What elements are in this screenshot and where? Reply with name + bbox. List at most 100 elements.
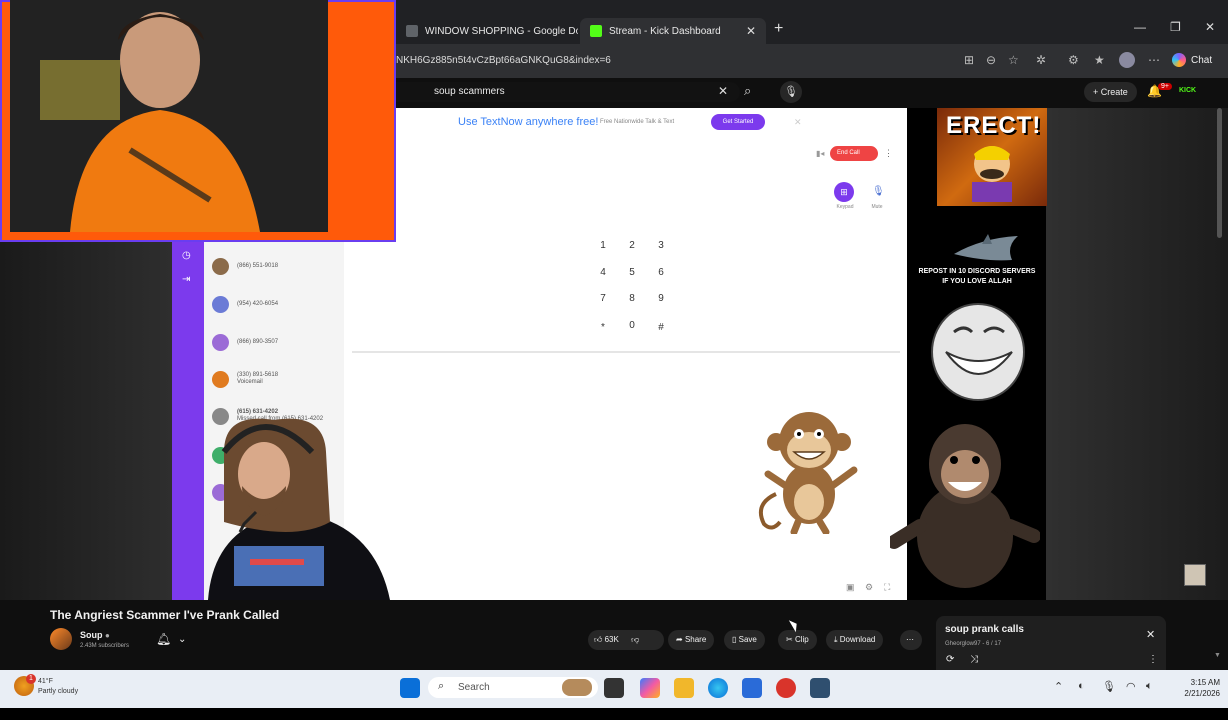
windows-start-icon[interactable] <box>400 678 420 698</box>
keypad-key: 2 <box>629 240 635 251</box>
wario-figure <box>972 146 1012 202</box>
scroll-down-arrow-icon[interactable]: ▼ <box>1214 652 1221 659</box>
copilot-icon <box>1172 53 1186 67</box>
copilot-chat-button[interactable]: Chat <box>1172 50 1212 70</box>
clip-label: Clip <box>794 635 809 644</box>
like-count: 63K <box>604 635 619 644</box>
tray-chevron-up-icon[interactable]: ⌃ <box>1054 680 1063 693</box>
contact-number: (330) 891-5618 <box>237 372 279 378</box>
clip-button[interactable]: ✂ Clip <box>778 630 817 650</box>
favorites-icon[interactable]: ★ <box>1094 53 1105 67</box>
like-dislike-group: 👍︎ 63K 👎︎ <box>588 630 664 650</box>
tab-label: Stream - Kick Dashboard <box>609 25 721 37</box>
loop-icon[interactable]: ⟳ <box>946 654 954 665</box>
microphone-icon: 🎙︎ <box>872 186 885 197</box>
share-button[interactable]: ➦ Share <box>668 630 715 650</box>
more-horizontal-icon: ⋯ <box>906 635 914 644</box>
close-playlist-icon[interactable]: ✕ <box>1146 628 1155 641</box>
tab-kick-dashboard[interactable]: Stream - Kick Dashboard ✕ <box>580 18 766 44</box>
app-icon[interactable] <box>776 678 796 698</box>
close-ad-icon: ✕ <box>794 117 802 127</box>
contact-item: (954) 420-6054 <box>212 295 278 313</box>
bookmark-icon: ▯ <box>732 635 739 644</box>
like-button[interactable]: 👍︎ 63K <box>594 635 619 644</box>
close-tab-icon[interactable]: ✕ <box>746 24 756 38</box>
terminal-icon[interactable] <box>810 678 830 698</box>
keypad-key: 9 <box>658 293 664 304</box>
youtube-search-input[interactable]: soup scammers <box>396 82 740 102</box>
keypad-key: * <box>601 322 605 333</box>
profile-avatar[interactable] <box>1119 52 1135 68</box>
keypad-key: # <box>658 322 664 333</box>
dislike-button[interactable]: 👎︎ <box>631 635 639 644</box>
video-background-right <box>1046 108 1228 600</box>
file-explorer-icon[interactable] <box>674 678 694 698</box>
taskbar-clock[interactable]: 3:15 AM 2/21/2026 <box>1168 677 1220 699</box>
more-actions-button[interactable]: ⋯ <box>900 630 922 650</box>
playlist-title[interactable]: soup prank calls <box>945 624 1024 635</box>
creator-webcam <box>208 418 390 600</box>
video-call-icon: ▮◂ <box>816 149 825 158</box>
save-button[interactable]: ▯ Save <box>724 630 765 650</box>
playlist-menu-icon[interactable]: ⋮ <box>1148 654 1158 665</box>
search-highlight-icon[interactable] <box>562 679 592 696</box>
keypad-key: 1 <box>600 240 606 251</box>
search-icon: ⌕ <box>438 680 445 692</box>
zoom-icon[interactable]: ⊖ <box>986 53 996 67</box>
minimize-icon[interactable]: — <box>1134 20 1146 34</box>
maximize-icon[interactable]: ❐ <box>1170 20 1181 34</box>
extensions-icon[interactable]: ✲ <box>1036 53 1046 67</box>
voice-search-icon[interactable]: 🎙 <box>780 81 802 103</box>
contact-number: (866) 890-3507 <box>237 339 279 345</box>
subscription-bell-icon[interactable]: 🔔︎ <box>156 632 171 646</box>
address-bar[interactable]: NKH6Gz885n5t4vCzBpt66aGNKQuG8&index=6 <box>396 52 956 70</box>
channel-watermark[interactable] <box>1184 564 1206 586</box>
logout-icon: ⇥ <box>182 274 191 285</box>
search-icon[interactable]: ⌕ <box>744 83 751 99</box>
thumbs-up-icon: 👍︎ <box>594 635 603 644</box>
tray-app-icon[interactable]: ◐ <box>1078 680 1085 692</box>
more-menu-icon[interactable]: ⋯ <box>1148 53 1160 67</box>
time: 3:15 AM <box>1190 678 1220 687</box>
channel-name[interactable]: Soup ● <box>80 630 110 640</box>
tab-window-shopping[interactable]: WINDOW SHOPPING - Google Do ✕ <box>396 18 578 44</box>
weather-alert-badge: 1 <box>26 674 36 684</box>
keypad-key: 3 <box>658 240 664 251</box>
edge-browser-icon[interactable] <box>708 678 728 698</box>
shuffle-icon[interactable]: ⤨ <box>970 654 978 665</box>
miniplayer-icon[interactable]: ▣ <box>846 582 855 593</box>
extension-icon[interactable]: ⚙ <box>1068 53 1079 67</box>
create-button[interactable]: + Create <box>1084 82 1137 102</box>
keypad-icon: ⊞ <box>834 182 854 202</box>
kick-badge[interactable]: KICK <box>1179 87 1196 94</box>
temperature: 41°F <box>38 678 53 685</box>
contact-avatar <box>212 295 229 313</box>
clear-search-icon[interactable]: ✕ <box>718 84 728 98</box>
store-icon[interactable] <box>742 678 762 698</box>
page-scrollbar[interactable] <box>1217 108 1222 238</box>
keypad-key: 0 <box>629 320 635 331</box>
end-call-button: End Call <box>830 146 878 161</box>
tray-mic-icon[interactable]: 🎙︎ <box>1102 680 1116 693</box>
volume-icon[interactable]: 🔈︎ <box>1146 680 1153 693</box>
channel-name-text: Soup <box>80 630 103 640</box>
download-button[interactable]: ⤓ Download <box>826 630 884 650</box>
wifi-icon[interactable]: ◠ <box>1126 680 1136 693</box>
monkey-sticker <box>759 412 858 534</box>
task-view-icon[interactable] <box>604 678 624 698</box>
video-title: The Angriest Scammer I've Prank Called <box>50 608 280 622</box>
download-label: Download <box>839 635 876 644</box>
weather-widget[interactable]: 41°F Partly cloudy <box>38 677 78 697</box>
channel-avatar[interactable] <box>50 628 72 650</box>
new-tab-button[interactable]: + <box>774 20 783 38</box>
close-window-icon[interactable]: ✕ <box>1205 20 1215 34</box>
clock-icon: ◷ <box>182 250 191 261</box>
scissors-icon: ✂ <box>786 635 795 644</box>
playlist-position: Gheorglow97 - 6 / 17 <box>945 641 1002 647</box>
streamer-figure <box>10 0 328 232</box>
chevron-down-icon[interactable]: ⌄ <box>178 634 186 645</box>
app-available-icon[interactable]: ⊞ <box>964 53 974 67</box>
favorite-star-icon[interactable]: ☆ <box>1008 53 1019 67</box>
settings-gear-icon[interactable]: ⚙ <box>865 582 873 593</box>
copilot-app-icon[interactable] <box>640 678 660 698</box>
